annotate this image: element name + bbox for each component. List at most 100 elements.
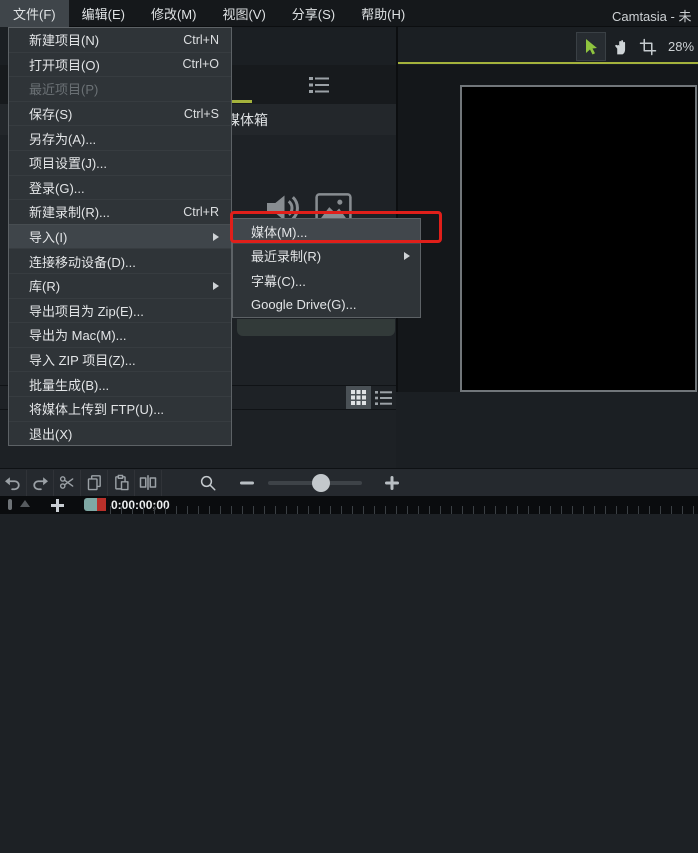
redo-button[interactable] bbox=[27, 469, 54, 496]
submenu-arrow-icon bbox=[213, 281, 219, 290]
zoom-slider-handle[interactable] bbox=[312, 473, 330, 492]
menu-item-label: 导出为 Mac(M)... bbox=[29, 328, 127, 344]
menu-item-new-project[interactable]: 新建项目(N) Ctrl+N bbox=[9, 28, 231, 52]
menu-item-project-settings[interactable]: 项目设置(J)... bbox=[9, 149, 231, 175]
plus-icon bbox=[384, 475, 399, 490]
scissors-icon bbox=[59, 476, 74, 489]
menu-item-connect-mobile-device[interactable]: 连接移动设备(D)... bbox=[9, 248, 231, 273]
redo-icon bbox=[33, 476, 48, 490]
grid-view-icon bbox=[351, 390, 366, 405]
menu-item-export-project-zip[interactable]: 导出项目为 Zip(E)... bbox=[9, 297, 231, 323]
pan-tool-button[interactable] bbox=[606, 33, 634, 60]
copy-button[interactable] bbox=[81, 469, 108, 496]
timeline-toolbar bbox=[0, 468, 698, 496]
menu-item-label: 连接移动设备(D)... bbox=[29, 254, 136, 270]
submenu-item-label: 最近录制(R) bbox=[251, 249, 322, 265]
menu-view[interactable]: 视图(V) bbox=[209, 0, 278, 27]
menu-item-label: 打开项目(O) bbox=[29, 57, 100, 73]
menu-item-label: 最近项目(P) bbox=[29, 82, 99, 98]
cut-button[interactable] bbox=[54, 469, 81, 496]
menu-item-new-recording[interactable]: 新建录制(R)... Ctrl+R bbox=[9, 199, 231, 224]
submenu-item-label: 字幕(C)... bbox=[251, 273, 306, 289]
menu-item-batch-production[interactable]: 批量生成(B)... bbox=[9, 371, 231, 396]
paste-button[interactable] bbox=[108, 469, 135, 496]
add-track-plus-icon bbox=[50, 498, 64, 512]
split-button[interactable] bbox=[135, 469, 162, 496]
menu-item-label: 登录(G)... bbox=[29, 180, 85, 196]
magnifier-icon bbox=[200, 475, 215, 490]
selection-tool-button[interactable] bbox=[576, 32, 606, 61]
zoom-out-button[interactable] bbox=[233, 470, 260, 496]
menu-item-save-as[interactable]: 另存为(A)... bbox=[9, 125, 231, 150]
menu-shortcut: Ctrl+S bbox=[183, 106, 219, 121]
menu-item-exit[interactable]: 退出(X) bbox=[9, 420, 231, 446]
timeline-zoom-slider[interactable] bbox=[268, 473, 362, 492]
menu-item-label: 项目设置(J)... bbox=[29, 156, 107, 172]
undo-button[interactable] bbox=[0, 469, 27, 496]
split-icon bbox=[139, 475, 157, 490]
menu-file[interactable]: 文件(F) bbox=[0, 0, 69, 27]
selected-tab-indicator bbox=[232, 100, 252, 103]
grid-view-button[interactable] bbox=[346, 386, 371, 409]
menu-item-import-zip-project[interactable]: 导入 ZIP 项目(Z)... bbox=[9, 346, 231, 372]
menu-item-label: 批量生成(B)... bbox=[29, 377, 110, 393]
preview-accent-line bbox=[396, 62, 698, 64]
preview-canvas[interactable] bbox=[460, 85, 697, 392]
menu-item-label: 另存为(A)... bbox=[29, 131, 97, 147]
submenu-item-recent-recordings[interactable]: 最近录制(R) bbox=[233, 244, 420, 269]
import-drop-zone-edge bbox=[237, 319, 395, 336]
menu-edit[interactable]: 编辑(E) bbox=[69, 0, 138, 27]
menu-item-label: 新建项目(N) bbox=[29, 33, 100, 49]
menu-item-label: 退出(X) bbox=[29, 426, 73, 442]
menu-item-label: 导入 ZIP 项目(Z)... bbox=[29, 353, 136, 369]
playback-controls bbox=[396, 392, 698, 468]
zoom-in-button[interactable] bbox=[378, 470, 405, 496]
menu-bar: 文件(F) 编辑(E) 修改(M) 视图(V) 分享(S) 帮助(H) Camt… bbox=[0, 0, 698, 27]
menu-item-label: 保存(S) bbox=[29, 107, 73, 123]
ruler-ticks bbox=[110, 506, 698, 514]
submenu-item-google-drive[interactable]: Google Drive(G)... bbox=[233, 293, 420, 318]
menu-share[interactable]: 分享(S) bbox=[279, 0, 348, 27]
annotation-highlight-box bbox=[230, 211, 442, 243]
menu-item-recent-projects: 最近项目(P) bbox=[9, 76, 231, 101]
paste-icon bbox=[114, 474, 129, 491]
menu-shortcut: Ctrl+O bbox=[182, 57, 219, 72]
crop-tool-button[interactable] bbox=[634, 33, 662, 60]
window-title: Camtasia - 未 bbox=[612, 9, 692, 24]
menu-item-open-project[interactable]: 打开项目(O) Ctrl+O bbox=[9, 51, 231, 77]
undo-icon bbox=[5, 476, 20, 490]
menu-modify[interactable]: 修改(M) bbox=[138, 0, 210, 27]
media-bin-title: 媒体箱 bbox=[226, 111, 268, 128]
minus-icon bbox=[239, 481, 254, 484]
menu-item-label: 导出项目为 Zip(E)... bbox=[29, 303, 144, 319]
cursor-arrow-icon bbox=[586, 38, 597, 54]
hand-icon bbox=[614, 39, 625, 54]
menu-item-save[interactable]: 保存(S) Ctrl+S bbox=[9, 100, 231, 126]
menu-item-upload-media-ftp[interactable]: 将媒体上传到 FTP(U)... bbox=[9, 395, 231, 421]
zoom-tool-button[interactable] bbox=[194, 470, 221, 496]
submenu-arrow-icon bbox=[404, 251, 410, 260]
add-track-button[interactable] bbox=[49, 497, 65, 513]
zoom-level-value[interactable]: 28% bbox=[668, 39, 694, 54]
list-view-icon bbox=[375, 390, 392, 405]
menu-item-library[interactable]: 库(R) bbox=[9, 272, 231, 298]
menu-item-import[interactable]: 导入(I) bbox=[9, 223, 231, 249]
menu-item-export-for-mac[interactable]: 导出为 Mac(M)... bbox=[9, 322, 231, 347]
menu-shortcut: Ctrl+N bbox=[183, 32, 219, 47]
menu-item-label: 将媒体上传到 FTP(U)... bbox=[29, 402, 165, 418]
track-scroll-handle[interactable] bbox=[8, 499, 12, 510]
playhead-marker[interactable] bbox=[97, 498, 106, 511]
menu-shortcut: Ctrl+R bbox=[183, 204, 219, 219]
playhead-handle[interactable] bbox=[84, 498, 97, 511]
list-view-button[interactable] bbox=[371, 386, 396, 409]
submenu-item-captions[interactable]: 字幕(C)... bbox=[233, 268, 420, 293]
menu-item-sign-in[interactable]: 登录(G)... bbox=[9, 174, 231, 200]
menu-item-label: 导入(I) bbox=[29, 230, 68, 246]
track-up-arrow-icon bbox=[20, 500, 30, 507]
menu-item-label: 库(R) bbox=[29, 279, 61, 295]
menu-item-label: 新建录制(R)... bbox=[29, 205, 110, 221]
copy-icon bbox=[87, 475, 101, 491]
menu-help[interactable]: 帮助(H) bbox=[348, 0, 418, 27]
timeline-ruler-strip[interactable]: 0:00:00;00 bbox=[0, 496, 698, 514]
list-tab-icon[interactable] bbox=[308, 76, 332, 94]
